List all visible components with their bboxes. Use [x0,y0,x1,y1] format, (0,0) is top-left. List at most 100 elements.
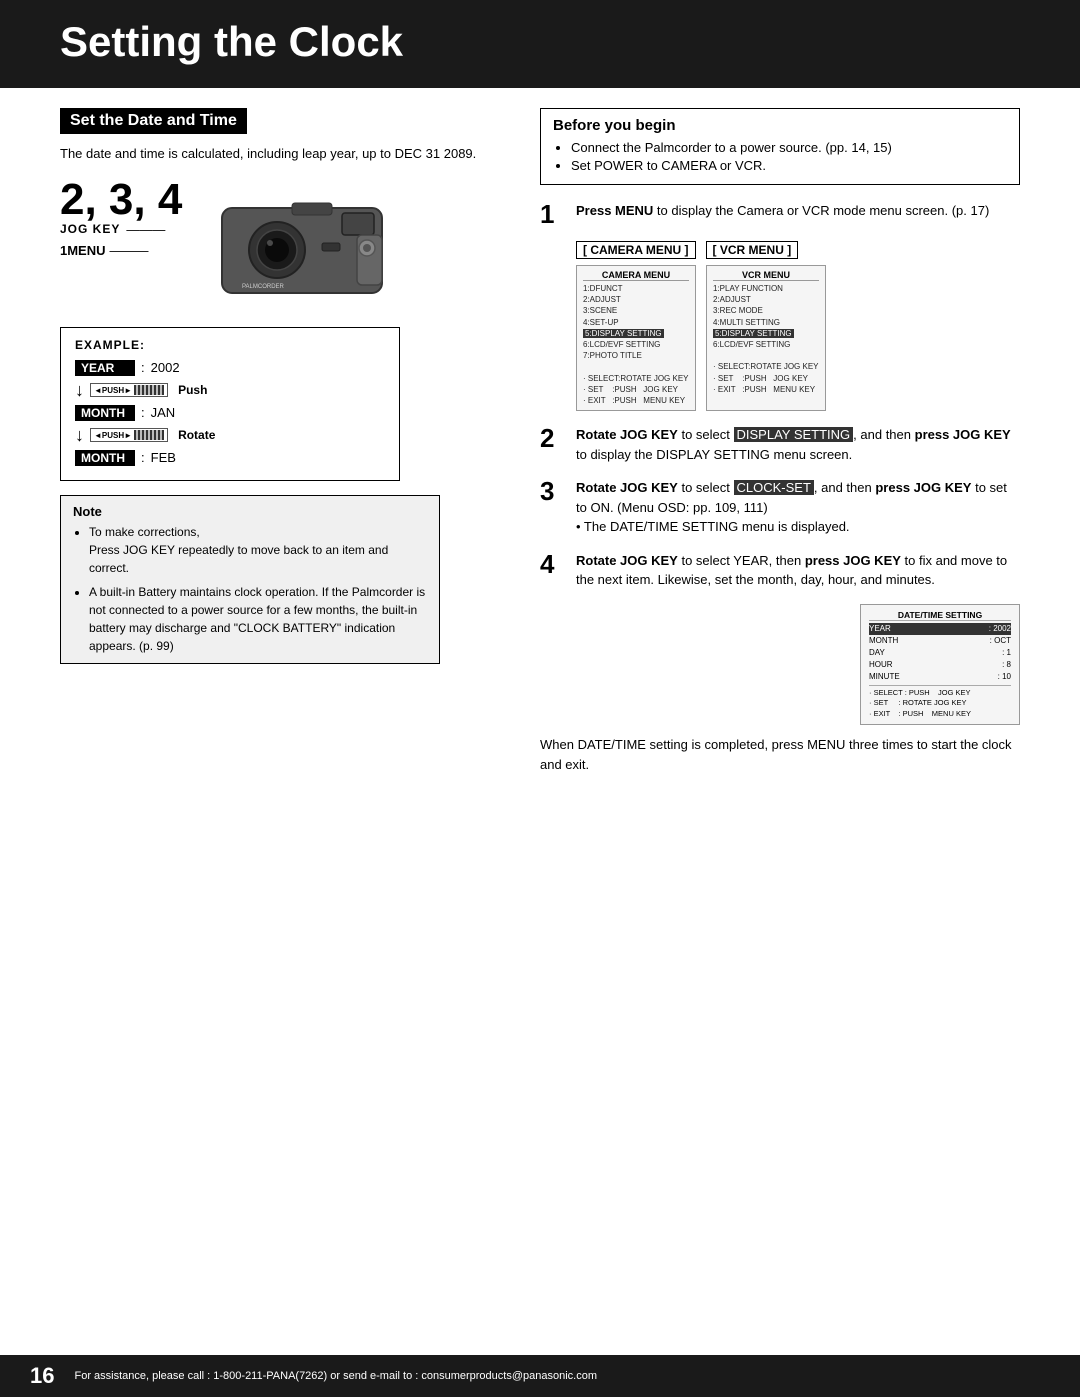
camera-image-area: PALMCORDER [202,178,402,311]
display-setting-highlight: DISPLAY SETTING [734,427,854,442]
menu-images-area: [ CAMERA MENU ] [ VCR MENU ] CAMERA MENU… [576,241,1020,411]
example-row-month1: MONTH : JAN [75,405,385,421]
completion-text: When DATE/TIME setting is completed, pre… [540,735,1020,774]
vcr-menu-content: 1:PLAY FUNCTION 2:ADJUST 3:REC MODE 4:MU… [713,283,819,395]
big-numbers: 2, 3, 4 [60,178,182,222]
dt-month-val: : OCT [990,635,1011,647]
menu-label: 1MENU [60,243,106,258]
dt-year-val: : 2002 [989,623,1011,635]
step-4-num: 4 [540,551,568,590]
arrow-icon-2: ——— [110,243,149,258]
note-item-1: To make corrections,Press JOG KEY repeat… [89,523,427,577]
arrow-down-icon-1: ↓ [75,380,84,401]
camera-menu-content: 1:DFUNCT 2:ADJUST 3:SCENE 4:SET-UP 5:DIS… [583,283,689,406]
step-3-num: 3 [540,478,568,537]
dt-minute-label: MINUTE [869,671,900,683]
step-1-keyword-menu: Press MENU [576,203,653,218]
footer-text: For assistance, please call : 1-800-211-… [74,1370,597,1382]
left-column: Set the Date and Time The date and time … [60,108,500,774]
step-2-press: press JOG KEY [915,427,1011,442]
year-key: YEAR [75,360,135,376]
before-you-begin-title: Before you begin [553,117,1007,134]
camera-menu-box: CAMERA MENU 1:DFUNCT 2:ADJUST 3:SCENE 4:… [576,265,696,411]
main-content: Set the Date and Time The date and time … [0,88,1080,794]
camera-menu-tag: [ CAMERA MENU ] [576,241,696,259]
month-key-1: MONTH [75,405,135,421]
dt-day-val: : 1 [1002,647,1011,659]
svg-text:PALMCORDER: PALMCORDER [242,284,285,290]
before-item-2: Set POWER to CAMERA or VCR. [571,158,1007,173]
rotate-label: Rotate [178,428,215,442]
datetime-display: DATE/TIME SETTING YEAR : 2002 MONTH : OC… [860,604,1020,726]
right-column: Before you begin Connect the Palmcorder … [540,108,1020,774]
dt-row-year: YEAR : 2002 [869,623,1011,635]
jog-key-label: JOG KEY [60,222,120,236]
dt-row-day: DAY : 1 [869,647,1011,659]
example-box: EXAMPLE: YEAR : 2002 ↓ ◄PUSH► [60,327,400,481]
vcr-menu-title: VCR MENU [713,270,819,281]
two-col-layout: Set the Date and Time The date and time … [60,108,1020,774]
dt-footer: · SELECT : PUSH JOG KEY · SET : ROTATE J… [869,685,1011,720]
push-icon-2: ◄PUSH► [90,428,168,442]
before-item-1: Connect the Palmcorder to a power source… [571,140,1007,155]
push-label-1: Push [178,383,207,397]
clock-set-highlight: CLOCK-SET [734,480,814,495]
menu-labels-row: [ CAMERA MENU ] [ VCR MENU ] [576,241,1020,259]
dt-hour-val: : 8 [1002,659,1011,671]
note-item-2: A built-in Battery maintains clock opera… [89,583,427,655]
dt-hour-label: HOUR [869,659,893,671]
note-box: Note To make corrections,Press JOG KEY r… [60,495,440,664]
jog-key-area: 2, 3, 4 JOG KEY ——— 1MENU ——— [60,178,182,258]
camera-img-area: 2, 3, 4 JOG KEY ——— 1MENU ——— [60,178,500,311]
example-label: EXAMPLE: [75,338,385,352]
step-4: 4 Rotate JOG KEY to select YEAR, then pr… [540,551,1020,590]
push-row-1: ↓ ◄PUSH► Push [75,380,385,401]
month-key-2: MONTH [75,450,135,466]
step-2-keyword: Rotate JOG KEY [576,427,678,442]
vcr-menu-tag: [ VCR MENU ] [706,241,799,259]
dt-row-minute: MINUTE : 10 [869,671,1011,683]
dt-row-hour: HOUR : 8 [869,659,1011,671]
datetime-display-title: DATE/TIME SETTING [869,610,1011,621]
month-val-1: JAN [151,405,176,420]
dt-day-label: DAY [869,647,885,659]
page-number: 16 [30,1363,54,1389]
step-3: 3 Rotate JOG KEY to select CLOCK-SET, an… [540,478,1020,537]
year-val: 2002 [151,360,180,375]
dt-minute-val: : 10 [998,671,1011,683]
dt-row-month: MONTH : OCT [869,635,1011,647]
section-title: Set the Date and Time [60,108,247,134]
month-val-2: FEB [151,450,176,465]
header-bar: Setting the Clock [0,0,1080,88]
step-4-press: press JOG KEY [805,553,901,568]
step-3-press: press JOG KEY [875,480,971,495]
before-list: Connect the Palmcorder to a power source… [553,140,1007,173]
step-2-content: Rotate JOG KEY to select DISPLAY SETTING… [576,425,1020,464]
step-4-content: Rotate JOG KEY to select YEAR, then pres… [576,551,1020,590]
page: Setting the Clock Set the Date and Time … [0,0,1080,1397]
dt-month-label: MONTH [869,635,898,647]
step-3-rotate: Rotate JOG KEY [576,480,678,495]
menu-images: CAMERA MENU 1:DFUNCT 2:ADJUST 3:SCENE 4:… [576,265,1020,411]
section-description: The date and time is calculated, includi… [60,144,500,164]
example-row-year: YEAR : 2002 [75,360,385,376]
page-title: Setting the Clock [60,18,1020,66]
step-1: 1 Press MENU to display the Camera or VC… [540,201,1020,227]
note-list: To make corrections,Press JOG KEY repeat… [73,523,427,655]
step-4-rotate: Rotate JOG KEY [576,553,678,568]
push-icon-1: ◄PUSH► [90,383,168,397]
step-3-content: Rotate JOG KEY to select CLOCK-SET, and … [576,478,1020,537]
arrow-icon: ——— [126,222,165,237]
example-row-month2: MONTH : FEB [75,450,385,466]
step-1-num: 1 [540,201,568,227]
camera-menu-title: CAMERA MENU [583,270,689,281]
note-title: Note [73,504,427,519]
dt-year-label: YEAR [869,623,891,635]
footer-bar: 16 For assistance, please call : 1-800-2… [0,1355,1080,1397]
step-2-num: 2 [540,425,568,464]
before-you-begin-box: Before you begin Connect the Palmcorder … [540,108,1020,185]
arrow-down-icon-2: ↓ [75,425,84,446]
vcr-menu-box: VCR MENU 1:PLAY FUNCTION 2:ADJUST 3:REC … [706,265,826,411]
step-1-content: Press MENU to display the Camera or VCR … [576,201,989,227]
step-2: 2 Rotate JOG KEY to select DISPLAY SETTI… [540,425,1020,464]
